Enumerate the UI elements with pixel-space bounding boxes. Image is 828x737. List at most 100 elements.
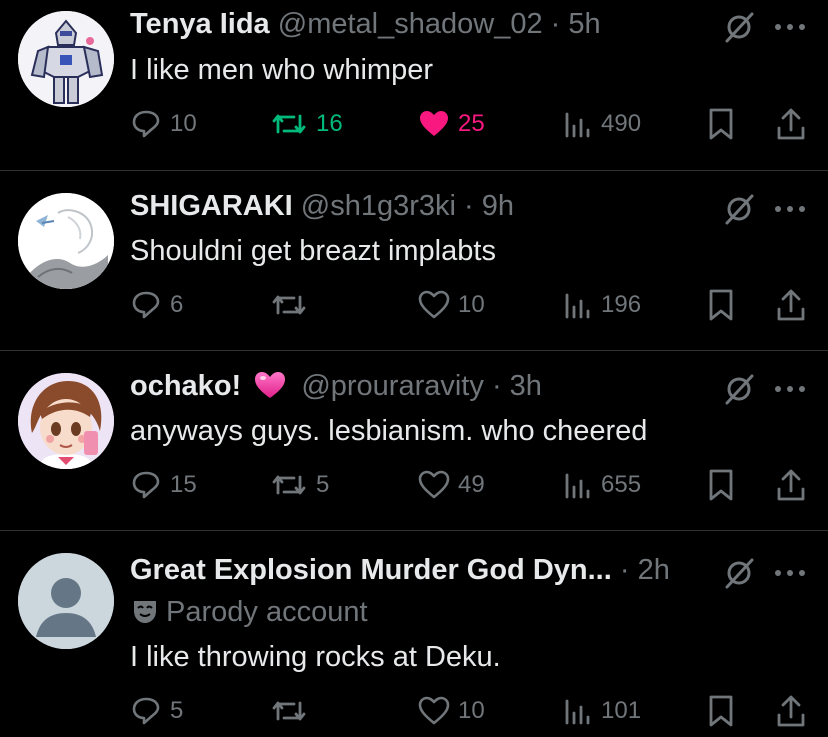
retweet-button[interactable] [270, 287, 316, 323]
mask-icon [134, 601, 156, 623]
views-icon [565, 699, 590, 725]
like-button[interactable]: 10 [418, 693, 485, 729]
views-icon [565, 293, 590, 319]
display-name[interactable]: Great Explosion Murder God Dyn... [130, 554, 612, 586]
more-options-icon[interactable] [770, 10, 810, 44]
bookmark-icon[interactable] [704, 106, 738, 142]
retweet-icon [272, 701, 306, 721]
views-count: 196 [601, 291, 642, 318]
retweet-count: 16 [316, 110, 343, 137]
reply-icon [132, 697, 160, 725]
retweet-icon [272, 114, 306, 134]
like-button[interactable]: 25 [418, 106, 485, 142]
handle[interactable]: @metal_shadow_02 [278, 8, 543, 40]
bookmark-icon[interactable] [704, 467, 738, 503]
more-options-icon[interactable] [770, 556, 810, 590]
heart-filled-icon [420, 111, 448, 136]
share-icon[interactable] [774, 287, 808, 323]
reply-count: 6 [170, 291, 184, 318]
tweet[interactable]: Great Explosion Murder God Dyn... · 2h P… [0, 531, 828, 737]
retweet-icon [272, 475, 306, 495]
tweet-text: I like men who whimper [130, 54, 433, 86]
tweet-text: I like throwing rocks at Deku. [130, 641, 501, 673]
reply-icon [132, 291, 160, 319]
heart-icon [418, 290, 450, 319]
grok-icon[interactable] [722, 192, 756, 226]
heart-icon [418, 470, 450, 499]
reply-button[interactable]: 10 [130, 106, 197, 142]
retweet-button[interactable]: 5 [270, 467, 329, 503]
like-count: 10 [458, 291, 485, 318]
share-icon[interactable] [774, 467, 808, 503]
reply-button[interactable]: 6 [130, 287, 183, 323]
tweet-header: SHIGARAKI @sh1g3r3ki · 9h [130, 188, 514, 224]
retweet-button[interactable]: 16 [270, 106, 343, 142]
views-button[interactable]: 196 [563, 287, 641, 323]
like-count: 10 [458, 697, 485, 724]
tweet[interactable]: SHIGARAKI @sh1g3r3ki · 9h Shouldni get b… [0, 171, 828, 350]
anime-girl-avatar [18, 373, 114, 469]
views-icon [565, 473, 590, 499]
like-button[interactable]: 10 [418, 287, 485, 323]
tweet-text: Shouldni get breazt implabts [130, 235, 496, 267]
robot-armor-avatar [18, 11, 114, 107]
parody-label: Parody account [130, 594, 368, 630]
reply-count: 5 [170, 697, 184, 724]
retweet-icon [272, 295, 306, 315]
like-button[interactable]: 49 [418, 467, 485, 503]
display-name[interactable]: SHIGARAKI [130, 190, 293, 222]
tweet[interactable]: Tenya Iida @metal_shadow_02 · 5h I like … [0, 0, 828, 170]
display-name[interactable]: ochako! [130, 370, 241, 402]
share-icon[interactable] [774, 693, 808, 729]
avatar[interactable] [18, 193, 114, 289]
timestamp[interactable]: 9h [482, 190, 514, 222]
grok-icon[interactable] [722, 372, 756, 406]
views-count: 101 [601, 697, 642, 724]
like-count: 25 [458, 110, 485, 137]
separator-dot: · [550, 8, 561, 40]
handle[interactable]: @prouraravity [301, 370, 484, 402]
grok-icon[interactable] [722, 556, 756, 590]
views-button[interactable]: 101 [563, 693, 641, 729]
retweet-button[interactable] [270, 693, 316, 729]
reply-count: 15 [170, 471, 197, 498]
tweet-text: anyways guys. lesbianism. who cheered [130, 415, 648, 447]
handle[interactable]: @sh1g3r3ki [301, 190, 456, 222]
views-count: 655 [601, 471, 642, 498]
heart-icon [418, 696, 450, 725]
reply-icon [132, 471, 160, 499]
parody-label-text: Parody account [166, 596, 368, 628]
reply-count: 10 [170, 110, 197, 137]
tweet[interactable]: ochako! @prouraravity · 3h anyways guys.… [0, 351, 828, 530]
views-button[interactable]: 490 [563, 106, 641, 142]
timestamp[interactable]: 3h [510, 370, 542, 402]
pink-heart-emoji [255, 372, 286, 398]
tweet-header: ochako! @prouraravity · 3h [130, 368, 542, 404]
more-options-icon[interactable] [770, 372, 810, 406]
timestamp[interactable]: 5h [568, 8, 600, 40]
default-person-avatar [18, 553, 114, 649]
avatar[interactable] [18, 11, 114, 107]
bookmark-icon[interactable] [704, 287, 738, 323]
reply-button[interactable]: 5 [130, 693, 183, 729]
avatar[interactable] [18, 553, 114, 649]
more-options-icon[interactable] [770, 192, 810, 226]
tweet-header: Tenya Iida @metal_shadow_02 · 5h [130, 6, 601, 42]
separator-dot: · [619, 554, 630, 586]
grok-icon[interactable] [722, 10, 756, 44]
views-button[interactable]: 655 [563, 467, 641, 503]
share-icon[interactable] [774, 106, 808, 142]
tweet-header: Great Explosion Murder God Dyn... · 2h [130, 552, 670, 588]
reply-button[interactable]: 15 [130, 467, 197, 503]
display-name[interactable]: Tenya Iida [130, 8, 270, 40]
separator-dot: · [464, 190, 474, 222]
timestamp[interactable]: 2h [638, 554, 670, 586]
separator-dot: · [491, 370, 502, 402]
views-icon [565, 112, 590, 138]
bookmark-icon[interactable] [704, 693, 738, 729]
avatar[interactable] [18, 373, 114, 469]
reply-icon [132, 110, 160, 138]
retweet-count: 5 [316, 471, 330, 498]
like-count: 49 [458, 471, 485, 498]
sketch-avatar [18, 193, 114, 289]
